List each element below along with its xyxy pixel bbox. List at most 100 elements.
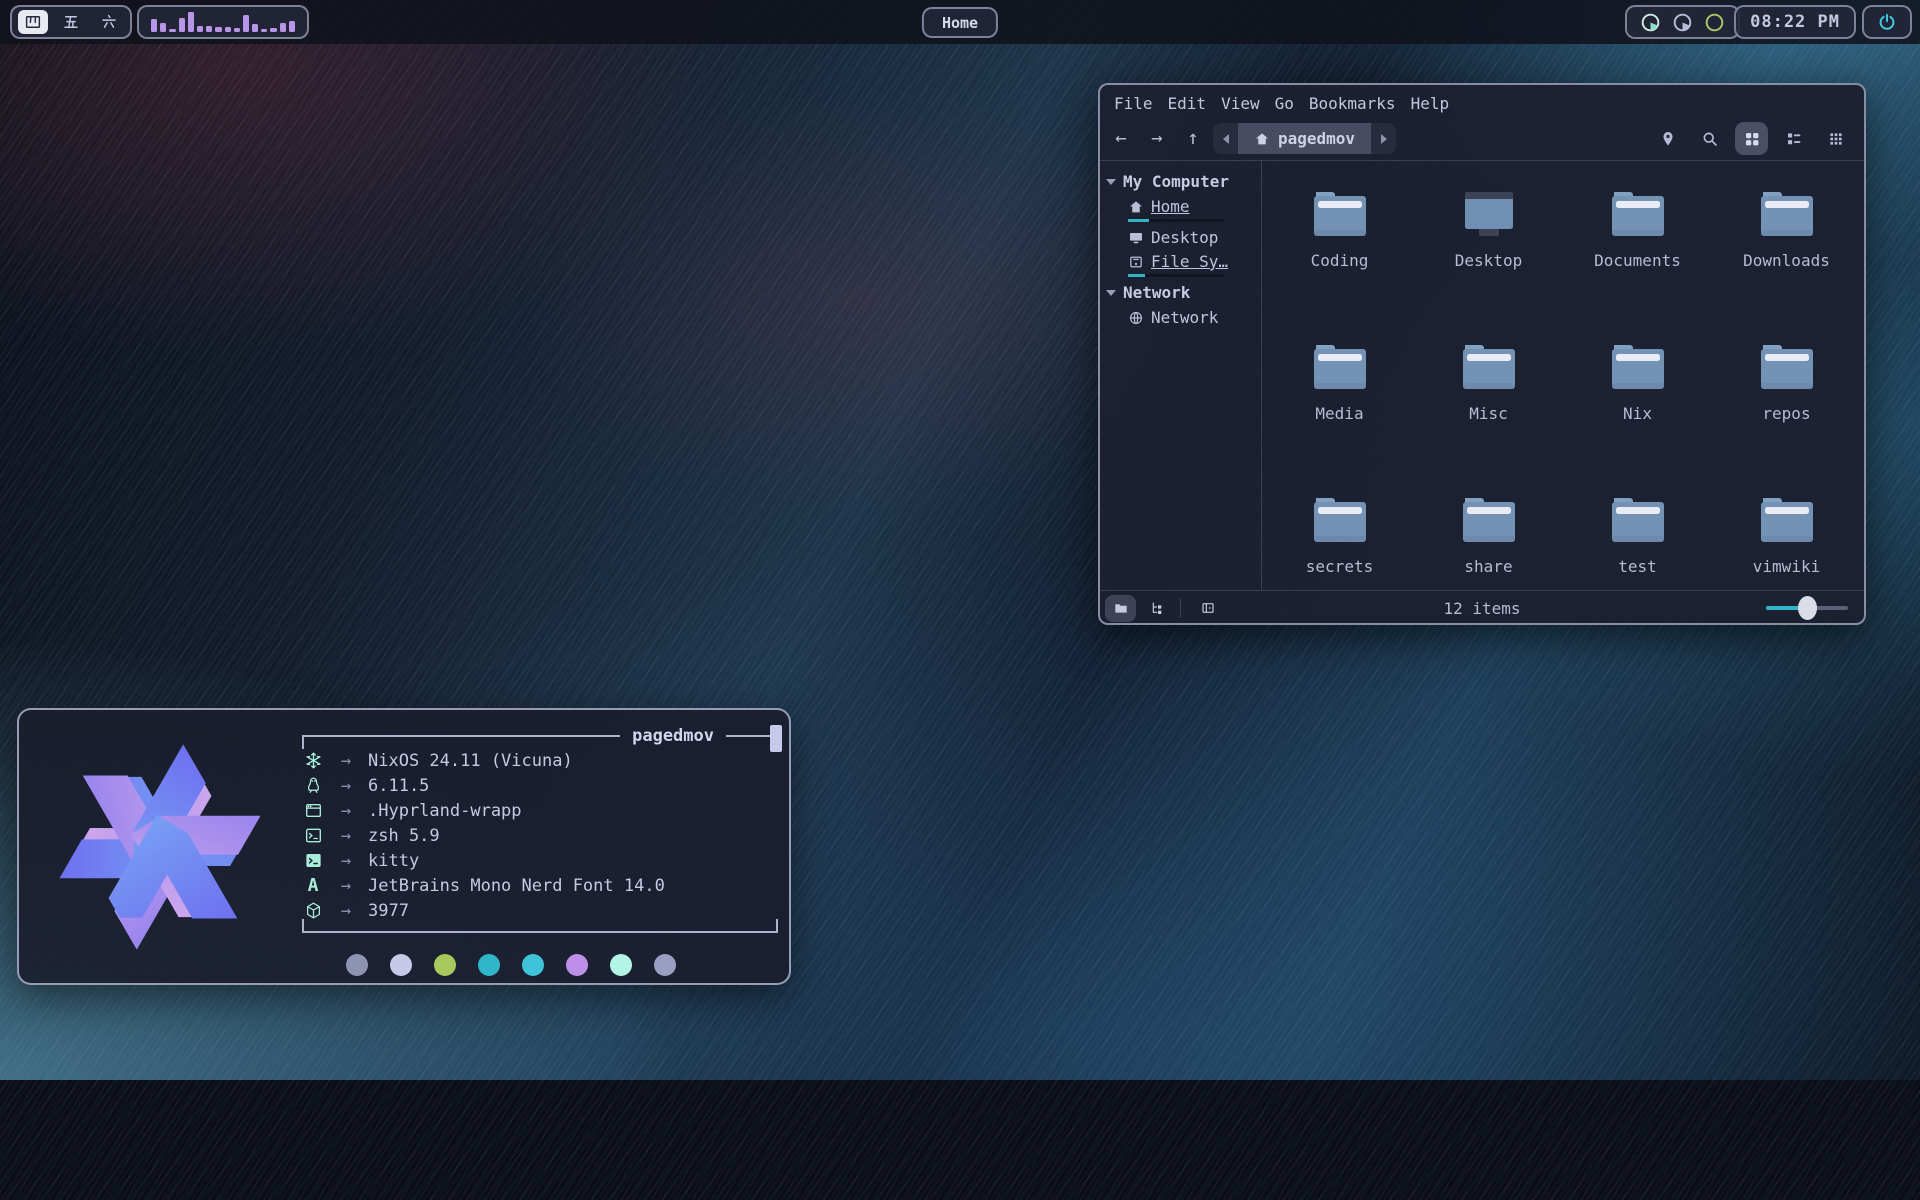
folder-repos[interactable]: repos bbox=[1712, 336, 1861, 489]
sidebar-item-label: File Sy… bbox=[1151, 252, 1228, 271]
focused-window-pill[interactable]: Home bbox=[922, 7, 998, 38]
fetch-line: →zsh 5.9 bbox=[302, 823, 778, 848]
box-corner-bl bbox=[302, 919, 312, 933]
linux-penguin-icon bbox=[302, 776, 324, 795]
collapse-caret-icon bbox=[1106, 290, 1116, 296]
focused-window-label: Home bbox=[942, 14, 978, 32]
forward-button[interactable]: → bbox=[1142, 123, 1172, 153]
home-icon bbox=[1128, 199, 1144, 215]
location-pin-icon bbox=[1659, 130, 1677, 148]
folder-nix[interactable]: Nix bbox=[1563, 336, 1712, 489]
top-bar: Home 08:22 PM bbox=[0, 0, 1920, 44]
sidebar-item-home[interactable]: Home bbox=[1100, 194, 1261, 225]
folder-grid: CodingDesktop Documents Downloads MediaMisc… bbox=[1262, 161, 1864, 590]
memory-ring bbox=[1672, 12, 1693, 33]
icon-view-button[interactable] bbox=[1735, 122, 1768, 155]
box-line bbox=[312, 931, 768, 933]
sidebar-item-network[interactable]: Network bbox=[1100, 305, 1261, 329]
compact-view-button[interactable] bbox=[1819, 122, 1852, 155]
folder-misc[interactable]: Misc bbox=[1414, 336, 1563, 489]
menu-help[interactable]: Help bbox=[1411, 94, 1450, 113]
fetch-lines: →NixOS 24.11 (Vicuna) →6.11.5→.Hyprland-w… bbox=[302, 748, 778, 923]
folder-label: Documents bbox=[1594, 251, 1681, 270]
sidebar-item-filesy[interactable]: File Sy… bbox=[1100, 249, 1261, 280]
folder-documents[interactable]: Documents bbox=[1563, 183, 1712, 336]
power-icon bbox=[1877, 12, 1897, 32]
arrow-icon: → bbox=[324, 776, 368, 796]
zoom-slider[interactable] bbox=[1766, 606, 1848, 610]
sidebar-toggle-icon bbox=[1200, 600, 1216, 616]
sidebar-section-label: My Computer bbox=[1123, 172, 1229, 191]
fetch-value: 6.11.5 bbox=[368, 776, 429, 796]
visualizer-bar bbox=[289, 21, 295, 32]
folder-label: repos bbox=[1762, 404, 1810, 423]
fetch-line: →NixOS 24.11 (Vicuna) bbox=[302, 748, 778, 773]
visualizer-bar bbox=[252, 24, 258, 32]
folder-icon bbox=[1610, 189, 1666, 239]
sidebar-item-desktop[interactable]: Desktop bbox=[1100, 225, 1261, 249]
search-button[interactable] bbox=[1693, 122, 1726, 155]
visualizer-bar bbox=[179, 18, 185, 32]
fetch-line: →3977 bbox=[302, 898, 778, 923]
folder-label: Downloads bbox=[1743, 251, 1830, 270]
menu-file[interactable]: File bbox=[1114, 94, 1153, 113]
menu-edit[interactable]: Edit bbox=[1168, 94, 1207, 113]
fetch-value: 3977 bbox=[368, 901, 409, 921]
folder-media[interactable]: Media bbox=[1265, 336, 1414, 489]
compact-view-icon bbox=[1827, 130, 1845, 148]
toolbar-right-group bbox=[1651, 122, 1852, 155]
palette-dot bbox=[478, 954, 500, 976]
folder-label: test bbox=[1618, 557, 1657, 576]
up-button[interactable]: ↑ bbox=[1178, 123, 1208, 153]
folder-icon bbox=[1759, 495, 1815, 545]
arrow-icon: → bbox=[324, 801, 368, 821]
workspace-switcher[interactable] bbox=[10, 5, 132, 39]
box-corner-br bbox=[768, 919, 778, 933]
folder-label: share bbox=[1464, 557, 1512, 576]
menu-bookmarks[interactable]: Bookmarks bbox=[1309, 94, 1396, 113]
workspace-button[interactable] bbox=[18, 10, 48, 34]
zoom-slider-thumb[interactable] bbox=[1798, 596, 1817, 620]
nixos-logo bbox=[49, 736, 271, 958]
terminal-window[interactable]: pagedmov →NixOS 24.11 (Vicuna)→6.11.5→.H… bbox=[17, 708, 791, 985]
visualizer-bar bbox=[225, 27, 231, 32]
palette-dot bbox=[566, 954, 588, 976]
sidebar-section-network[interactable]: Network bbox=[1100, 280, 1261, 305]
path-scroll-right[interactable] bbox=[1371, 123, 1396, 154]
places-pin-button[interactable] bbox=[1651, 122, 1684, 155]
clock-text: 08:22 PM bbox=[1750, 12, 1840, 32]
workspace-button[interactable] bbox=[56, 10, 86, 34]
sidebar-section-my-computer[interactable]: My Computer bbox=[1100, 169, 1261, 194]
visualizer-bar bbox=[234, 28, 240, 32]
tree-panel-button[interactable] bbox=[1141, 595, 1172, 622]
file-manager-statusbar: 12 items bbox=[1100, 590, 1864, 625]
back-button[interactable]: ← bbox=[1106, 123, 1136, 153]
breadcrumb[interactable]: pagedmov bbox=[1238, 123, 1371, 154]
folder-coding[interactable]: Coding bbox=[1265, 183, 1414, 336]
fetch-line: →.Hyprland-wrapp bbox=[302, 798, 778, 823]
search-icon bbox=[1701, 130, 1719, 148]
places-panel-button[interactable] bbox=[1105, 595, 1136, 622]
power-button[interactable] bbox=[1862, 5, 1912, 39]
path-scroll-left[interactable] bbox=[1213, 123, 1238, 154]
font-icon: A bbox=[302, 875, 324, 896]
folder-icon bbox=[1759, 189, 1815, 239]
toggle-sidebar-button[interactable] bbox=[1192, 595, 1223, 622]
list-view-button[interactable] bbox=[1777, 122, 1810, 155]
folder-icon bbox=[1312, 189, 1368, 239]
file-manager-sidebar: My Computer HomeDesktop File Sy… NetworkNet… bbox=[1100, 161, 1262, 590]
system-monitor-widget[interactable] bbox=[1625, 5, 1740, 39]
path-bar[interactable]: pagedmov bbox=[1213, 123, 1396, 154]
folder-downloads[interactable]: Downloads bbox=[1712, 183, 1861, 336]
fastfetch-output: pagedmov →NixOS 24.11 (Vicuna)→6.11.5→.H… bbox=[302, 723, 778, 976]
terminal-palette bbox=[302, 954, 778, 976]
workspace-button[interactable] bbox=[94, 10, 124, 34]
folder-desktop[interactable]: Desktop bbox=[1414, 183, 1563, 336]
menu-go[interactable]: Go bbox=[1275, 94, 1294, 113]
disk-usage-bar bbox=[1128, 274, 1224, 277]
home-icon bbox=[1254, 131, 1270, 147]
folder-label: vimwiki bbox=[1753, 557, 1820, 576]
menu-view[interactable]: View bbox=[1221, 94, 1260, 113]
folder-icon bbox=[1461, 342, 1517, 392]
clock-widget[interactable]: 08:22 PM bbox=[1734, 5, 1856, 39]
